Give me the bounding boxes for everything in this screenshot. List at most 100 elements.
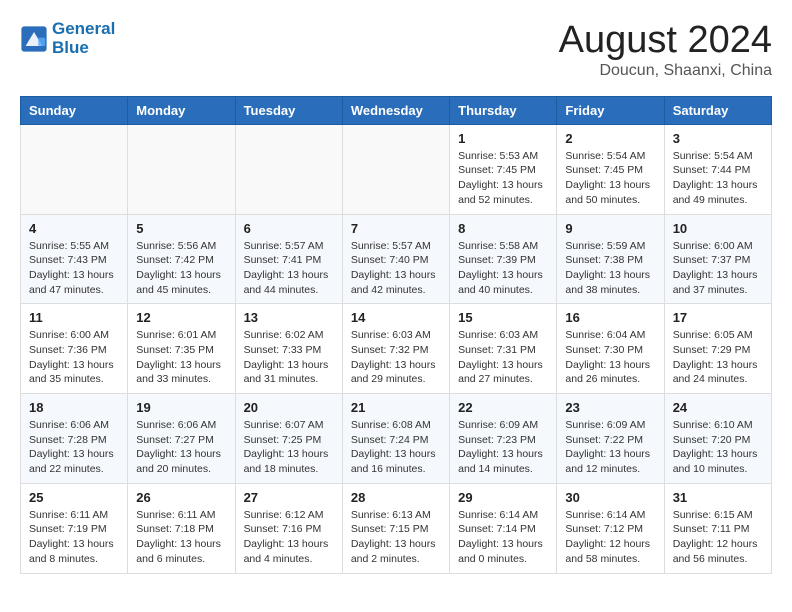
day-number: 6 <box>244 221 334 236</box>
calendar-cell: 28Sunrise: 6:13 AM Sunset: 7:15 PM Dayli… <box>342 483 449 573</box>
logo: General Blue <box>20 20 115 57</box>
day-info: Sunrise: 5:54 AM Sunset: 7:45 PM Dayligh… <box>565 149 655 208</box>
calendar-cell: 3 Sunrise: 5:54 AM Sunset: 7:44 PM Daylig… <box>664 124 771 214</box>
day-number: 30 <box>565 490 655 505</box>
day-number: 7 <box>351 221 441 236</box>
day-info: Sunrise: 6:11 AM Sunset: 7:19 PM Dayligh… <box>29 508 119 567</box>
logo-blue: Blue <box>52 39 115 58</box>
day-number: 22 <box>458 400 548 415</box>
calendar-cell: 27 Sunrise: 6:12 AM Sunset: 7:16 PM Dayli… <box>235 483 342 573</box>
day-info: Sunrise: 6:09 AM Sunset: 7:23 PM Dayligh… <box>458 418 548 477</box>
day-number: 29 <box>458 490 548 505</box>
calendar-cell <box>21 124 128 214</box>
day-number: 9 <box>565 221 655 236</box>
day-number: 10 <box>673 221 763 236</box>
day-number: 31 <box>673 490 763 505</box>
calendar-cell: 14 Sunrise: 6:03 AM Sunset: 7:32 PM Dayli… <box>342 304 449 394</box>
page-header: General Blue August 2024 Doucun, Shaanxi… <box>20 20 772 80</box>
calendar-table: SundayMondayTuesdayWednesdayThursdayFrid… <box>20 96 772 574</box>
weekday-header: Friday <box>557 96 664 124</box>
calendar-cell <box>342 124 449 214</box>
calendar-cell: 31 Sunrise: 6:15 AM Sunset: 7:11 PM Dayli… <box>664 483 771 573</box>
calendar-cell: 8 Sunrise: 5:58 AM Sunset: 7:39 PM Daylig… <box>450 214 557 304</box>
day-info: Sunrise: 6:06 AM Sunset: 7:28 PM Dayligh… <box>29 418 119 477</box>
title-block: August 2024 Doucun, Shaanxi, China <box>559 20 772 80</box>
calendar-cell: 12Sunrise: 6:01 AM Sunset: 7:35 PM Dayli… <box>128 304 235 394</box>
calendar-week-row: 25 Sunrise: 6:11 AM Sunset: 7:19 PM Dayli… <box>21 483 772 573</box>
day-info: Sunrise: 5:53 AM Sunset: 7:45 PM Dayligh… <box>458 149 548 208</box>
weekday-header: Wednesday <box>342 96 449 124</box>
day-number: 25 <box>29 490 119 505</box>
day-info: Sunrise: 6:00 AM Sunset: 7:36 PM Dayligh… <box>29 328 119 387</box>
calendar-week-row: 18 Sunrise: 6:06 AM Sunset: 7:28 PM Dayli… <box>21 394 772 484</box>
day-info: Sunrise: 6:03 AM Sunset: 7:31 PM Dayligh… <box>458 328 548 387</box>
calendar-cell <box>235 124 342 214</box>
month-title: August 2024 <box>559 20 772 62</box>
day-info: Sunrise: 6:14 AM Sunset: 7:14 PM Dayligh… <box>458 508 548 567</box>
day-number: 4 <box>29 221 119 236</box>
calendar-cell: 22 Sunrise: 6:09 AM Sunset: 7:23 PM Dayli… <box>450 394 557 484</box>
day-info: Sunrise: 5:56 AM Sunset: 7:42 PM Dayligh… <box>136 239 226 298</box>
day-info: Sunrise: 6:07 AM Sunset: 7:25 PM Dayligh… <box>244 418 334 477</box>
day-number: 13 <box>244 310 334 325</box>
calendar-cell: 30 Sunrise: 6:14 AM Sunset: 7:12 PM Dayli… <box>557 483 664 573</box>
day-number: 26 <box>136 490 226 505</box>
day-number: 20 <box>244 400 334 415</box>
day-info: Sunrise: 6:03 AM Sunset: 7:32 PM Dayligh… <box>351 328 441 387</box>
calendar-cell: 7 Sunrise: 5:57 AM Sunset: 7:40 PM Daylig… <box>342 214 449 304</box>
weekday-header: Thursday <box>450 96 557 124</box>
logo-text: General Blue <box>52 20 115 57</box>
day-number: 14 <box>351 310 441 325</box>
day-number: 3 <box>673 131 763 146</box>
calendar-cell: 18 Sunrise: 6:06 AM Sunset: 7:28 PM Dayli… <box>21 394 128 484</box>
day-number: 17 <box>673 310 763 325</box>
calendar-cell: 16Sunrise: 6:04 AM Sunset: 7:30 PM Dayli… <box>557 304 664 394</box>
day-number: 12 <box>136 310 226 325</box>
day-number: 21 <box>351 400 441 415</box>
calendar-cell: 5 Sunrise: 5:56 AM Sunset: 7:42 PM Daylig… <box>128 214 235 304</box>
day-number: 2 <box>565 131 655 146</box>
day-info: Sunrise: 6:14 AM Sunset: 7:12 PM Dayligh… <box>565 508 655 567</box>
day-info: Sunrise: 6:04 AM Sunset: 7:30 PM Dayligh… <box>565 328 655 387</box>
day-number: 5 <box>136 221 226 236</box>
day-info: Sunrise: 6:00 AM Sunset: 7:37 PM Dayligh… <box>673 239 763 298</box>
calendar-cell: 24 Sunrise: 6:10 AM Sunset: 7:20 PM Dayli… <box>664 394 771 484</box>
calendar-week-row: 4 Sunrise: 5:55 AM Sunset: 7:43 PM Daylig… <box>21 214 772 304</box>
day-number: 8 <box>458 221 548 236</box>
calendar-cell: 26Sunrise: 6:11 AM Sunset: 7:18 PM Dayli… <box>128 483 235 573</box>
day-info: Sunrise: 5:55 AM Sunset: 7:43 PM Dayligh… <box>29 239 119 298</box>
day-info: Sunrise: 6:15 AM Sunset: 7:11 PM Dayligh… <box>673 508 763 567</box>
day-info: Sunrise: 5:57 AM Sunset: 7:40 PM Dayligh… <box>351 239 441 298</box>
day-number: 1 <box>458 131 548 146</box>
weekday-header: Monday <box>128 96 235 124</box>
day-info: Sunrise: 5:58 AM Sunset: 7:39 PM Dayligh… <box>458 239 548 298</box>
day-number: 15 <box>458 310 548 325</box>
day-number: 27 <box>244 490 334 505</box>
day-info: Sunrise: 6:12 AM Sunset: 7:16 PM Dayligh… <box>244 508 334 567</box>
day-info: Sunrise: 6:10 AM Sunset: 7:20 PM Dayligh… <box>673 418 763 477</box>
day-info: Sunrise: 6:13 AM Sunset: 7:15 PM Dayligh… <box>351 508 441 567</box>
day-info: Sunrise: 6:02 AM Sunset: 7:33 PM Dayligh… <box>244 328 334 387</box>
calendar-week-row: 11 Sunrise: 6:00 AM Sunset: 7:36 PM Dayli… <box>21 304 772 394</box>
day-number: 24 <box>673 400 763 415</box>
calendar-cell: 15 Sunrise: 6:03 AM Sunset: 7:31 PM Dayli… <box>450 304 557 394</box>
calendar-cell: 20 Sunrise: 6:07 AM Sunset: 7:25 PM Dayli… <box>235 394 342 484</box>
calendar-cell: 13 Sunrise: 6:02 AM Sunset: 7:33 PM Dayli… <box>235 304 342 394</box>
calendar-cell: 29 Sunrise: 6:14 AM Sunset: 7:14 PM Dayli… <box>450 483 557 573</box>
calendar-cell: 25 Sunrise: 6:11 AM Sunset: 7:19 PM Dayli… <box>21 483 128 573</box>
day-number: 19 <box>136 400 226 415</box>
calendar-cell: 4 Sunrise: 5:55 AM Sunset: 7:43 PM Daylig… <box>21 214 128 304</box>
calendar-cell: 17 Sunrise: 6:05 AM Sunset: 7:29 PM Dayli… <box>664 304 771 394</box>
calendar-cell: 2 Sunrise: 5:54 AM Sunset: 7:45 PM Daylig… <box>557 124 664 214</box>
day-number: 18 <box>29 400 119 415</box>
logo-general: General <box>52 19 115 38</box>
day-number: 11 <box>29 310 119 325</box>
calendar-cell <box>128 124 235 214</box>
day-info: Sunrise: 6:05 AM Sunset: 7:29 PM Dayligh… <box>673 328 763 387</box>
calendar-cell: 9Sunrise: 5:59 AM Sunset: 7:38 PM Daylig… <box>557 214 664 304</box>
day-info: Sunrise: 5:54 AM Sunset: 7:44 PM Dayligh… <box>673 149 763 208</box>
calendar-cell: 1 Sunrise: 5:53 AM Sunset: 7:45 PM Daylig… <box>450 124 557 214</box>
calendar-cell: 19Sunrise: 6:06 AM Sunset: 7:27 PM Dayli… <box>128 394 235 484</box>
calendar-cell: 11 Sunrise: 6:00 AM Sunset: 7:36 PM Dayli… <box>21 304 128 394</box>
calendar-cell: 6Sunrise: 5:57 AM Sunset: 7:41 PM Daylig… <box>235 214 342 304</box>
